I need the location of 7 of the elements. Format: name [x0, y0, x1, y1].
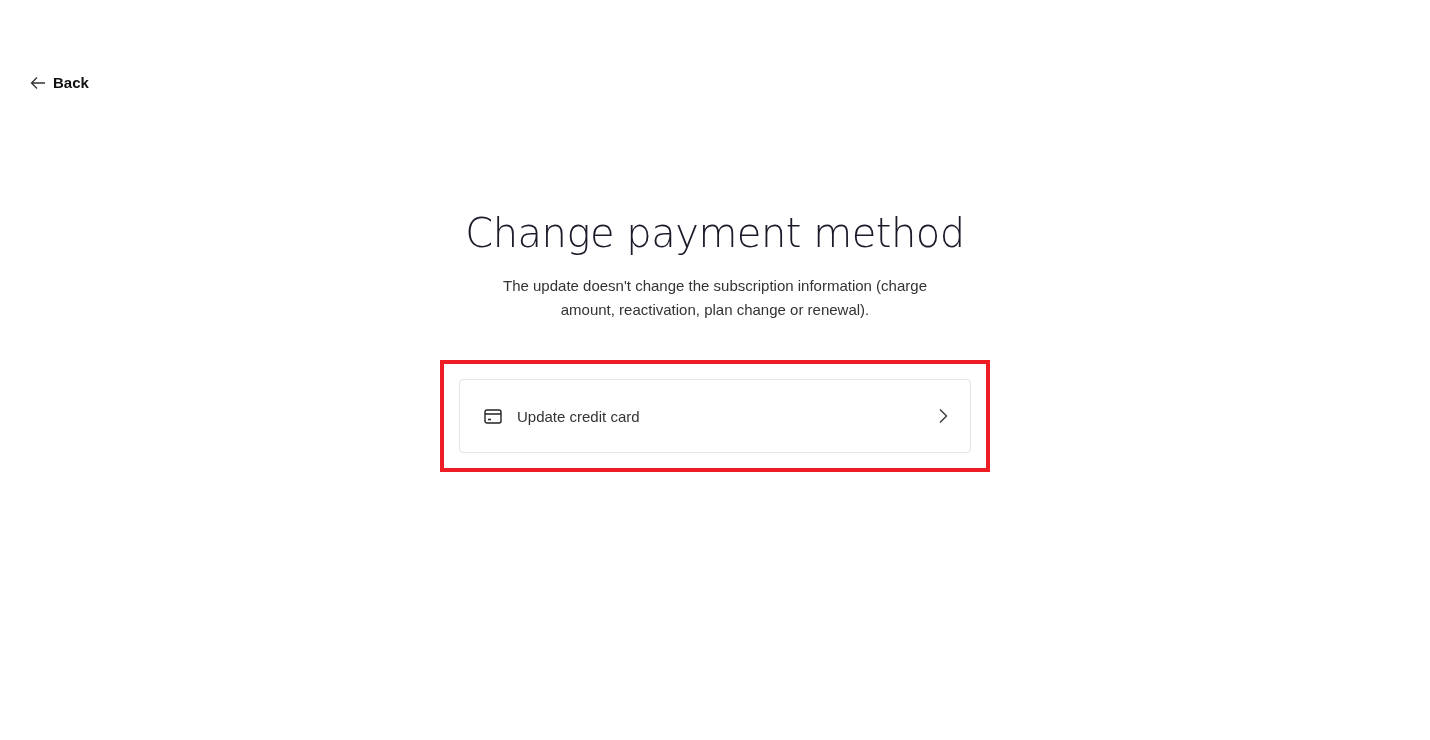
description-text: The update doesn't change the subscription information (charge amount, reactivation, plan change or renewal).	[502, 276, 928, 320]
chevron-right-icon	[938, 408, 948, 424]
back-link[interactable]: Back	[30, 74, 89, 91]
credit-card-icon	[484, 408, 502, 424]
page-title: Change payment method	[465, 209, 965, 258]
option-button[interactable]: Update credit card	[459, 379, 971, 453]
arrow-left-icon	[30, 75, 46, 90]
